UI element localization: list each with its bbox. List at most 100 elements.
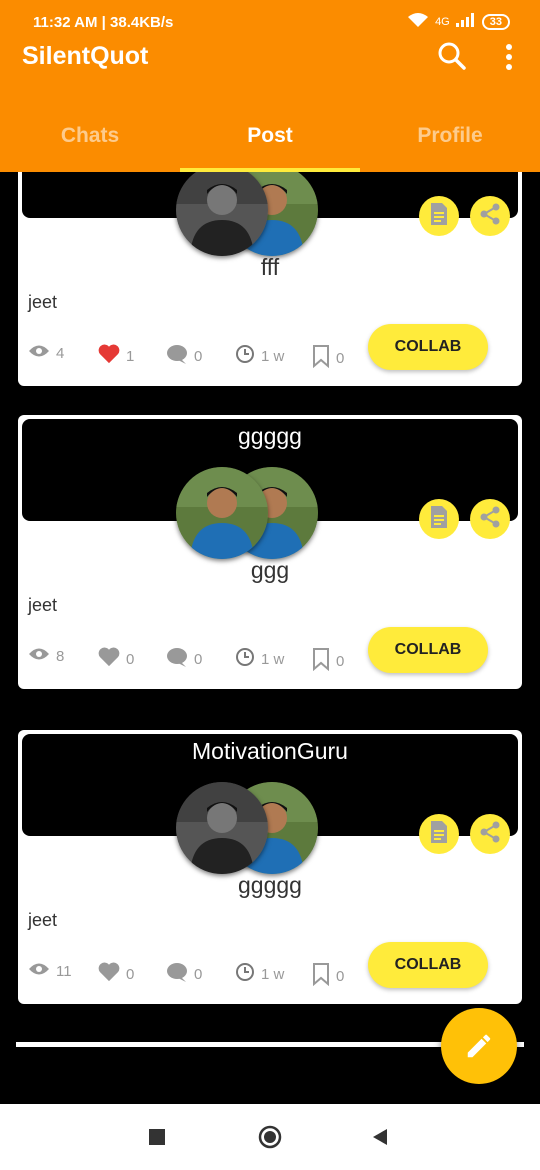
post-age: 1 w xyxy=(261,965,285,983)
collaborator-avatars[interactable] xyxy=(176,467,324,559)
time-stat: 1 w xyxy=(235,647,284,671)
clock-icon xyxy=(235,962,255,986)
clock-icon xyxy=(235,344,255,368)
like-button[interactable]: 0 xyxy=(98,962,134,986)
status-time: 11:32 AM | 38.4KB/s xyxy=(33,14,174,31)
share-button[interactable] xyxy=(470,196,510,236)
avatar[interactable] xyxy=(176,782,268,874)
comment-icon xyxy=(166,647,188,671)
heart-icon xyxy=(98,647,120,671)
comments-count: 0 xyxy=(194,347,203,365)
eye-icon xyxy=(28,344,50,362)
document-button[interactable] xyxy=(419,499,459,539)
bookmark-icon xyxy=(312,344,330,372)
post-author[interactable]: jeet xyxy=(28,292,57,313)
collaborator-avatars[interactable] xyxy=(176,782,324,874)
collab-button[interactable]: COLLAB xyxy=(368,942,488,988)
post-feed[interactable]: fff jeet 4 1 0 1 w 0 COLLAB ggggg ggg jeet 8 0 0 1 w0C… xyxy=(0,172,540,1104)
views-stat: 4 xyxy=(28,344,64,362)
share-button[interactable] xyxy=(470,814,510,854)
search-icon xyxy=(438,42,466,70)
system-nav-bar xyxy=(0,1104,540,1170)
like-button[interactable]: 1 xyxy=(98,344,134,368)
heart-icon xyxy=(98,344,120,368)
bookmark-button[interactable]: 0 xyxy=(312,647,344,675)
search-button[interactable] xyxy=(436,40,468,72)
share-icon xyxy=(478,820,502,849)
app-bar: 11:32 AM | 38.4KB/s 4G 33 SilentQuot Cha… xyxy=(0,0,540,172)
eye-icon xyxy=(28,647,50,665)
tab-profile[interactable]: Profile xyxy=(360,112,540,172)
compose-fab[interactable] xyxy=(441,1008,517,1084)
post-author[interactable]: jeet xyxy=(28,910,57,931)
post-age: 1 w xyxy=(261,347,285,365)
tab-chats[interactable]: Chats xyxy=(0,112,180,172)
views-stat: 11 xyxy=(28,962,72,980)
comment-icon xyxy=(166,344,188,368)
time-stat: 1 w xyxy=(235,344,284,368)
bookmark-button[interactable]: 0 xyxy=(312,344,344,372)
recents-button[interactable] xyxy=(142,1122,172,1152)
network-label: 4G xyxy=(435,15,450,28)
views-stat: 8 xyxy=(28,647,64,665)
document-icon xyxy=(429,820,449,849)
saves-count: 0 xyxy=(336,967,345,985)
comment-icon xyxy=(166,962,188,986)
heart-icon xyxy=(98,962,120,986)
collaborator-avatars[interactable] xyxy=(176,172,324,256)
comment-button[interactable]: 0 xyxy=(166,647,202,671)
post-card[interactable]: ggggg ggg jeet 8 0 0 1 w 0 COLLAB xyxy=(18,415,522,689)
post-age: 1 w xyxy=(261,650,285,668)
post-banner-title: MotivationGuru xyxy=(192,738,348,764)
bookmark-icon xyxy=(312,647,330,675)
more-vert-icon xyxy=(506,44,512,70)
likes-count: 1 xyxy=(126,347,135,365)
back-triangle-icon xyxy=(373,1129,387,1145)
views-count: 4 xyxy=(56,344,65,362)
status-icons: 4G 33 xyxy=(407,12,510,31)
post-card[interactable]: fff jeet 4 1 0 1 w 0 COLLAB xyxy=(18,172,522,386)
square-icon xyxy=(149,1129,165,1145)
app-title: SilentQuot xyxy=(22,42,149,70)
post-card[interactable]: MotivationGuru ggggg jeet 11 0 0 1 w 0 COLLAB xyxy=(18,730,522,1004)
post-subtitle: ggggg xyxy=(238,872,302,898)
bookmark-icon xyxy=(312,962,330,990)
clock-icon xyxy=(235,647,255,671)
document-icon xyxy=(429,202,449,231)
home-button[interactable] xyxy=(255,1122,285,1152)
circle-icon xyxy=(258,1125,282,1149)
avatar[interactable] xyxy=(176,467,268,559)
document-icon xyxy=(429,505,449,534)
comments-count: 0 xyxy=(194,650,203,668)
document-button[interactable] xyxy=(419,814,459,854)
collab-button[interactable]: COLLAB xyxy=(368,627,488,673)
share-button[interactable] xyxy=(470,499,510,539)
post-author[interactable]: jeet xyxy=(28,595,57,616)
saves-count: 0 xyxy=(336,349,345,367)
edit-icon xyxy=(467,1034,491,1058)
share-icon xyxy=(478,505,502,534)
views-count: 8 xyxy=(56,647,65,665)
post-subtitle: fff xyxy=(260,254,280,280)
post-subtitle: ggg xyxy=(250,557,290,583)
wifi-icon xyxy=(407,12,429,31)
battery-indicator: 33 xyxy=(481,13,510,30)
collab-button[interactable]: COLLAB xyxy=(368,324,488,370)
saves-count: 0 xyxy=(336,652,345,670)
comment-button[interactable]: 0 xyxy=(166,344,202,368)
more-options-button[interactable] xyxy=(498,42,520,72)
views-count: 11 xyxy=(56,962,72,980)
document-button[interactable] xyxy=(419,196,459,236)
tab-post[interactable]: Post xyxy=(180,112,360,172)
time-stat: 1 w xyxy=(235,962,284,986)
back-button[interactable] xyxy=(365,1122,395,1152)
likes-count: 0 xyxy=(126,965,135,983)
post-banner-title: ggggg xyxy=(238,423,302,449)
likes-count: 0 xyxy=(126,650,135,668)
eye-icon xyxy=(28,962,50,980)
like-button[interactable]: 0 xyxy=(98,647,134,671)
signal-icon xyxy=(455,13,476,30)
comments-count: 0 xyxy=(194,965,203,983)
comment-button[interactable]: 0 xyxy=(166,962,202,986)
bookmark-button[interactable]: 0 xyxy=(312,962,344,990)
